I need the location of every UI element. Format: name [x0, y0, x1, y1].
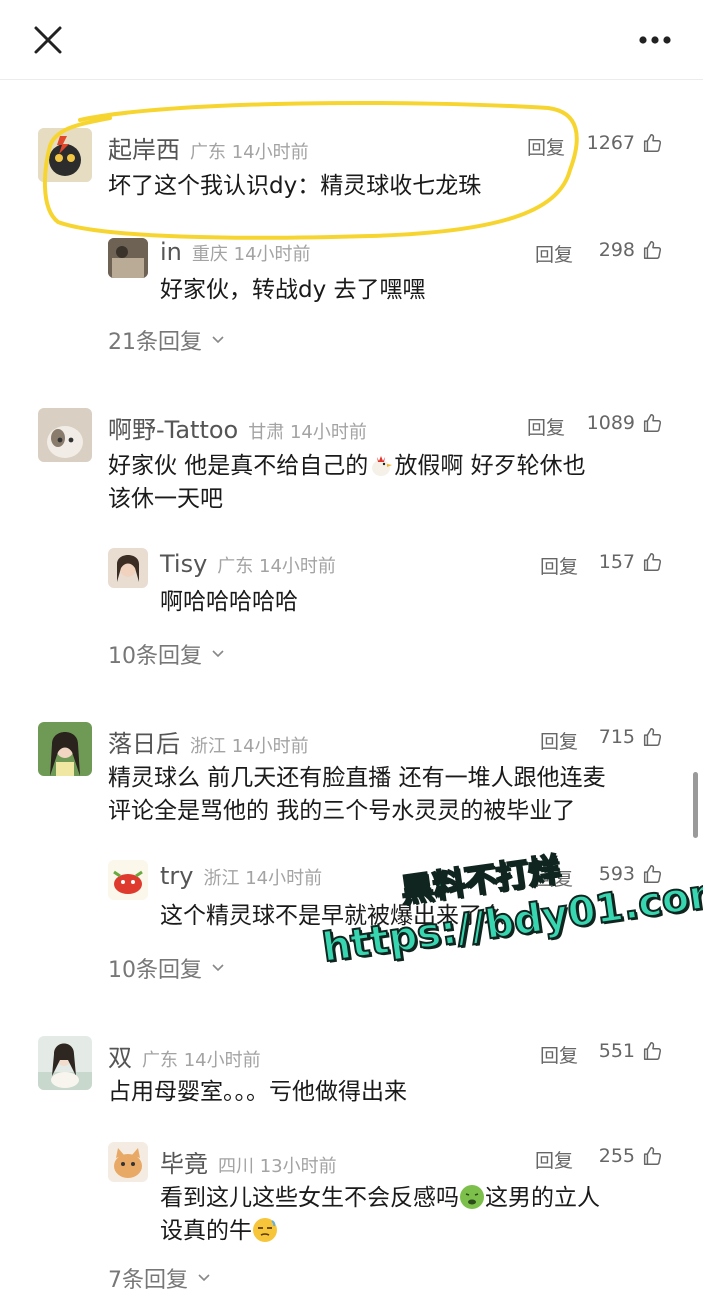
like-button[interactable]: 157: [599, 551, 663, 573]
comment-time: 13小时前: [259, 1156, 337, 1177]
rooster-emoji: [372, 456, 393, 476]
author-location: 广东: [142, 1050, 178, 1071]
like-count: 157: [598, 551, 635, 573]
more-replies-label: 7条回复: [108, 1268, 188, 1293]
author-location: 重庆: [191, 244, 228, 265]
more-dots-icon[interactable]: [630, 24, 680, 56]
comment-time: 14小时前: [289, 422, 367, 443]
thumbs-up-icon: [643, 865, 662, 883]
thumbs-up-icon: [643, 414, 662, 432]
avatar[interactable]: [38, 128, 92, 182]
reply-button[interactable]: 回复: [527, 133, 565, 160]
like-button[interactable]: 298: [599, 239, 663, 261]
comment-time: 14小时前: [231, 736, 309, 757]
like-count: 255: [598, 1145, 635, 1167]
comment-author[interactable]: try 浙江 14小时前: [160, 862, 322, 890]
author-location: 浙江: [203, 868, 240, 889]
more-replies-link[interactable]: 10条回复: [108, 952, 226, 984]
thumbs-up-icon: [643, 1147, 662, 1165]
more-replies-label: 21条回复: [108, 330, 202, 355]
comment-author[interactable]: 起岸西 广东 14小时前: [108, 130, 309, 165]
thumbs-up-icon: [643, 1042, 662, 1060]
comment-text: 坏了这个我认识dy：精灵球收七龙珠: [108, 173, 482, 199]
like-count: 298: [598, 239, 635, 261]
comment-text: 看到这儿这些女生不会反感吗 这男的立人 设真的牛: [160, 1185, 600, 1244]
unamused-face-emoji: [253, 1218, 277, 1242]
close-icon[interactable]: [30, 22, 66, 58]
reply-button[interactable]: 回复: [535, 864, 573, 891]
comment-author[interactable]: 毕竟 四川 13小时前: [160, 1144, 337, 1179]
author-location: 浙江: [190, 736, 226, 757]
avatar[interactable]: [38, 1036, 92, 1090]
avatar[interactable]: [38, 408, 92, 462]
scrollbar[interactable]: [693, 772, 698, 838]
avatar[interactable]: [108, 860, 148, 900]
like-button[interactable]: 1267: [587, 132, 663, 154]
comment-author[interactable]: 落日后 浙江 14小时前: [108, 724, 309, 759]
more-replies-label: 10条回复: [108, 958, 202, 983]
comment-text: 好家伙，转战dy 去了嘿嘿: [160, 277, 426, 303]
more-replies-link[interactable]: 10条回复: [108, 638, 226, 670]
avatar[interactable]: [108, 238, 148, 278]
comment-time: 14小时前: [259, 556, 336, 577]
author-name[interactable]: 啊野-Tattoo: [108, 416, 238, 444]
like-button[interactable]: 255: [599, 1145, 663, 1167]
chevron-down-icon: [212, 650, 224, 658]
more-replies-label: 10条回复: [108, 644, 202, 669]
like-button[interactable]: 551: [599, 1040, 663, 1062]
thumbs-up-icon: [643, 553, 662, 571]
author-location: 广东: [217, 556, 254, 577]
comment-text: 啊哈哈哈哈哈: [160, 589, 298, 615]
like-button[interactable]: 1089: [587, 412, 663, 434]
like-button[interactable]: 593: [599, 863, 663, 885]
author-location: 四川: [218, 1156, 254, 1177]
author-name[interactable]: Tisy: [160, 550, 207, 578]
author-name[interactable]: 落日后: [108, 730, 180, 758]
reply-button[interactable]: 回复: [535, 1146, 573, 1173]
author-location: 广东: [190, 142, 226, 163]
nauseated-face-emoji: [460, 1185, 484, 1209]
comment-text: 好家伙 他是真不给自己的 放假啊 好歹轮休也 该休一天吧: [108, 453, 586, 512]
reply-button[interactable]: 回复: [540, 1041, 578, 1068]
more-replies-link[interactable]: 21条回复: [108, 324, 226, 356]
more-replies-link[interactable]: 7条回复: [108, 1262, 212, 1294]
author-location: 甘肃: [248, 422, 285, 443]
author-name[interactable]: 双: [108, 1044, 132, 1072]
author-name[interactable]: try: [160, 862, 193, 890]
thumbs-up-icon: [643, 728, 662, 746]
author-name[interactable]: 起岸西: [108, 136, 180, 164]
reply-button[interactable]: 回复: [540, 552, 578, 579]
like-count: 715: [598, 726, 635, 748]
comment-time: 14小时前: [183, 1050, 261, 1071]
avatar[interactable]: [108, 1142, 148, 1182]
comment-author[interactable]: 双广东 14小时前: [108, 1038, 261, 1073]
chevron-down-icon: [198, 1274, 210, 1282]
comment-text: 精灵球么 前几天还有脸直播 还有一堆人跟他连麦 评论全是骂他的 我的三个号水灵灵…: [108, 765, 606, 824]
like-count: 1089: [586, 412, 635, 434]
avatar[interactable]: [38, 722, 92, 776]
like-count: 1267: [586, 132, 635, 154]
reply-button[interactable]: 回复: [540, 727, 578, 754]
thumbs-up-icon: [643, 241, 662, 259]
comment-text: 这个精灵球不是早就被爆出来了么: [160, 903, 505, 929]
comment-text: 占用母婴室。。。亏他做得出来: [108, 1079, 407, 1105]
like-count: 551: [598, 1040, 635, 1062]
like-button[interactable]: 715: [599, 726, 663, 748]
like-count: 593: [598, 863, 635, 885]
thumbs-up-icon: [643, 134, 662, 152]
comment-author[interactable]: Tisy 广东 14小时前: [160, 550, 336, 578]
comment-time: 14小时前: [231, 142, 309, 163]
author-name[interactable]: 毕竟: [160, 1150, 208, 1178]
comment-author[interactable]: 啊野-Tattoo 甘肃 14小时前: [108, 410, 367, 445]
chevron-down-icon: [212, 964, 224, 972]
comment-time: 14小时前: [233, 244, 311, 265]
chevron-down-icon: [212, 336, 224, 344]
comment-author[interactable]: in 重庆 14小时前: [160, 238, 311, 266]
avatar[interactable]: [108, 548, 148, 588]
author-name[interactable]: in: [160, 238, 182, 266]
reply-button[interactable]: 回复: [535, 240, 573, 267]
comment-time: 14小时前: [245, 868, 323, 889]
top-bar: [0, 0, 703, 80]
reply-button[interactable]: 回复: [527, 413, 565, 440]
